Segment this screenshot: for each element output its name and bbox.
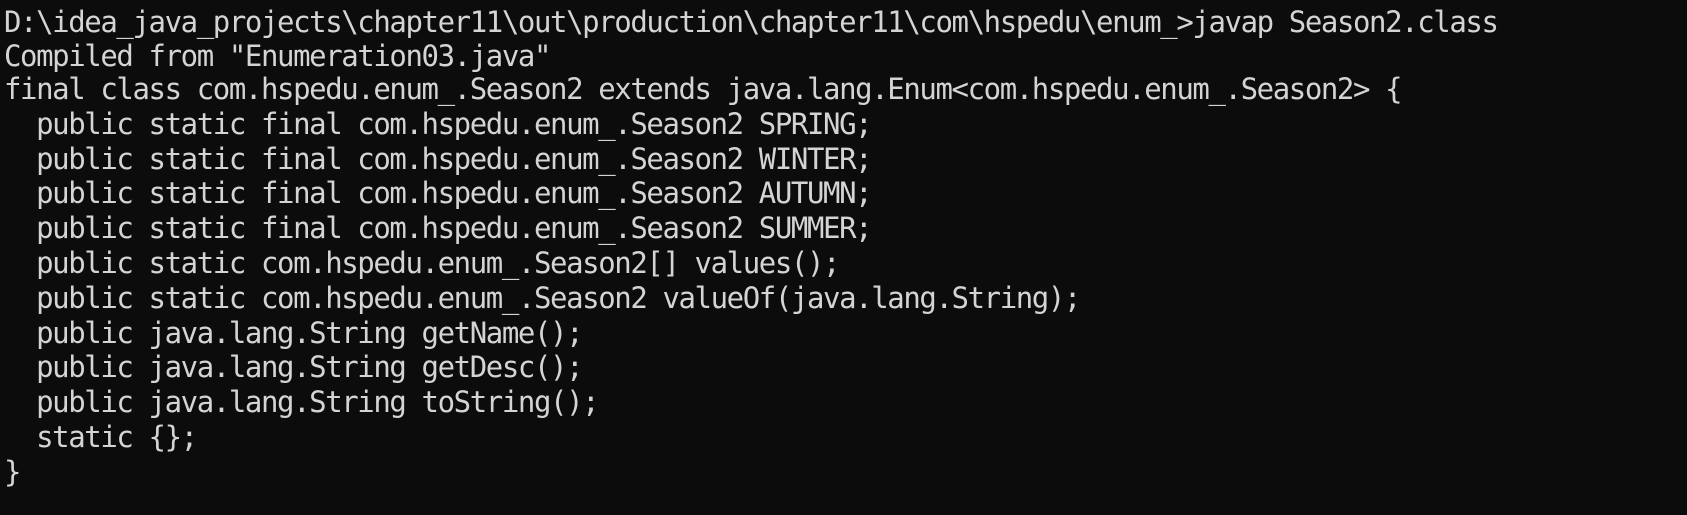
output-line: public java.lang.String getName(); (4, 315, 583, 350)
output-line: public java.lang.String getDesc(); (4, 350, 583, 385)
output-line: public static final com.hspedu.enum_.Sea… (4, 141, 873, 176)
prompt-path: D:\idea_java_projects\chapter11\out\prod… (4, 5, 1194, 39)
output-line: public java.lang.String toString(); (4, 385, 599, 420)
command-line: D:\idea_java_projects\chapter11\out\prod… (4, 4, 1687, 40)
terminal-output: D:\idea_java_projects\chapter11\out\prod… (4, 4, 1687, 490)
output-line: public static final com.hspedu.enum_.Sea… (4, 211, 873, 246)
output-line: final class com.hspedu.enum_.Season2 ext… (4, 72, 1403, 106)
output-line: public static com.hspedu.enum_.Season2[]… (4, 245, 840, 280)
output-line: public static final com.hspedu.enum_.Sea… (4, 106, 873, 141)
output-line: public static final com.hspedu.enum_.Sea… (4, 176, 873, 211)
command-text: javap Season2.class (1192, 5, 1499, 39)
output-line: } (4, 454, 21, 489)
output-line: public static com.hspedu.enum_.Season2 v… (4, 280, 1081, 315)
terminal-window[interactable]: D:\idea_java_projects\chapter11\out\prod… (0, 0, 1687, 515)
output-line: static {}; (4, 419, 198, 454)
output-line: Compiled from "Enumeration03.java" (4, 39, 551, 73)
